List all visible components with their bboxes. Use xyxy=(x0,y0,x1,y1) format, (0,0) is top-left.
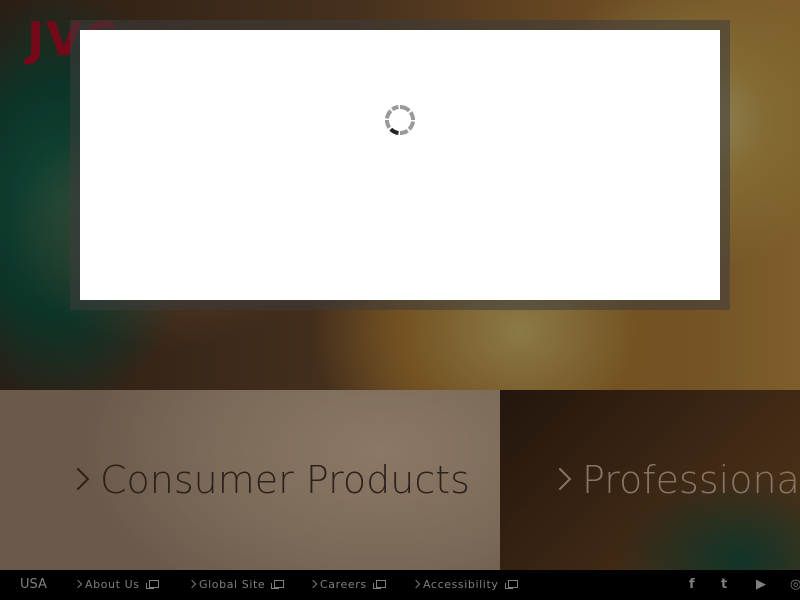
loading-spinner-icon xyxy=(385,104,415,135)
loading-modal xyxy=(80,30,720,300)
